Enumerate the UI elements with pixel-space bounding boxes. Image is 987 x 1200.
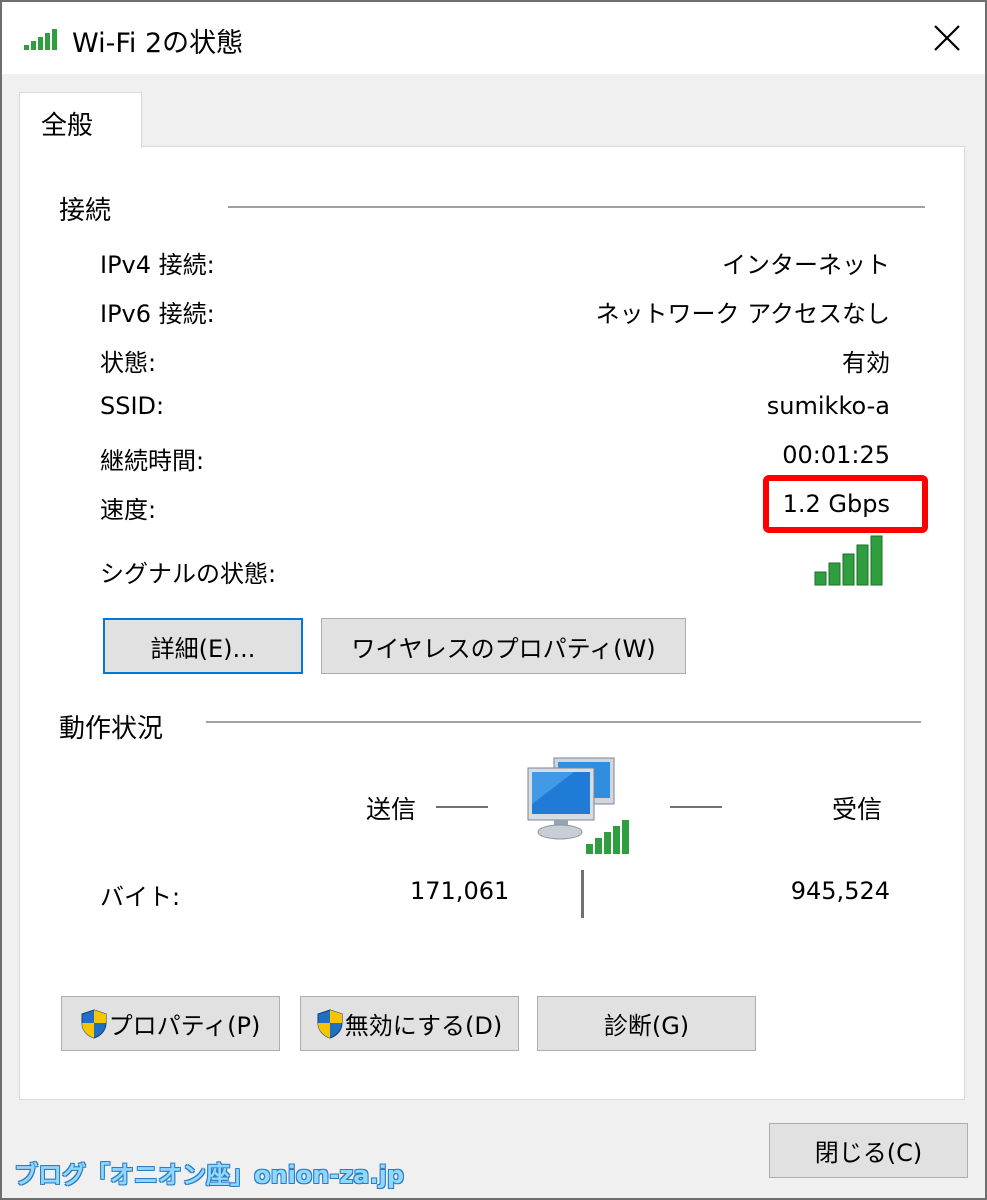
- connection-divider: [228, 206, 925, 208]
- properties-button-label: プロパティ(P): [108, 1012, 261, 1040]
- ipv6-value: ネットワーク アクセスなし: [595, 300, 890, 328]
- ssid-value: sumikko-a: [766, 392, 890, 420]
- title-bar: Wi-Fi 2の状態: [2, 2, 985, 74]
- bytes-received-value: 945,524: [790, 877, 890, 905]
- window-title: Wi-Fi 2の状態: [72, 28, 244, 59]
- ssid-label: SSID:: [100, 392, 165, 420]
- tab-general-label: 全般: [41, 111, 94, 141]
- activity-group-label: 動作状況: [59, 714, 164, 744]
- state-label: 状態:: [100, 349, 157, 377]
- properties-button[interactable]: プロパティ(P): [61, 996, 280, 1051]
- signal-label: シグナルの状態:: [100, 560, 277, 588]
- details-button[interactable]: 詳細(E)...: [103, 618, 303, 674]
- watermark-text: ブログ「オニオン座」onion-za.jp: [14, 1161, 405, 1189]
- bytes-label: バイト:: [100, 883, 181, 911]
- disable-button[interactable]: 無効にする(D): [300, 996, 519, 1051]
- signal-strength-icon: [814, 535, 883, 586]
- network-computers-icon: [527, 757, 629, 854]
- received-dash: [670, 806, 722, 808]
- bytes-separator: [581, 870, 584, 918]
- speed-label: 速度:: [100, 496, 157, 524]
- received-label: 受信: [832, 795, 883, 824]
- state-value: 有効: [842, 349, 890, 377]
- tab-general[interactable]: 全般: [19, 92, 142, 148]
- diagnose-button[interactable]: 診断(G): [537, 996, 756, 1051]
- ipv4-value: インターネット: [722, 251, 890, 279]
- duration-label: 継続時間:: [100, 447, 205, 475]
- shield-icon: [317, 1008, 343, 1039]
- close-button[interactable]: 閉じる(C): [769, 1123, 968, 1178]
- status-dialog: Wi-Fi 2の状態 全般 接続 IPv4 接続: インターネット IPv6 接…: [0, 0, 987, 1200]
- close-icon: [934, 25, 960, 51]
- bytes-sent-value: 171,061: [410, 877, 510, 905]
- wifi-signal-icon: [24, 29, 57, 50]
- ipv4-label: IPv4 接続:: [100, 251, 215, 279]
- activity-divider: [206, 721, 921, 723]
- ipv6-label: IPv6 接続:: [100, 300, 215, 328]
- connection-group-label: 接続: [59, 196, 112, 226]
- shield-icon: [81, 1008, 107, 1039]
- wireless-properties-button[interactable]: ワイヤレスのプロパティ(W): [321, 618, 686, 674]
- disable-button-label: 無効にする(D): [344, 1012, 503, 1040]
- close-window-button[interactable]: [925, 16, 969, 60]
- sent-dash: [436, 806, 488, 808]
- sent-label: 送信: [366, 795, 417, 824]
- duration-value: 00:01:25: [782, 441, 890, 469]
- speed-highlight-box: [763, 475, 928, 533]
